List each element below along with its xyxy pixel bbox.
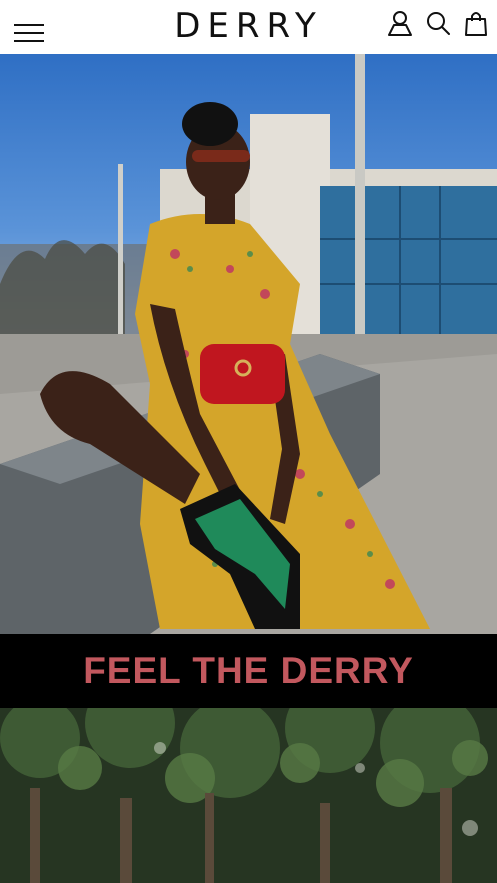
site-header: DERRY — [0, 0, 497, 54]
search-icon[interactable] — [425, 10, 451, 36]
hero-illustration — [0, 54, 497, 634]
account-icon[interactable] — [387, 10, 413, 36]
promo-banner[interactable]: FEEL THE DERRY — [0, 634, 497, 708]
banner-text: FEEL THE DERRY — [83, 650, 414, 691]
foliage-illustration — [0, 708, 497, 883]
secondary-image — [0, 708, 497, 883]
hero-image — [0, 54, 497, 634]
header-actions — [387, 10, 489, 38]
shopping-bag-icon[interactable] — [463, 10, 489, 36]
